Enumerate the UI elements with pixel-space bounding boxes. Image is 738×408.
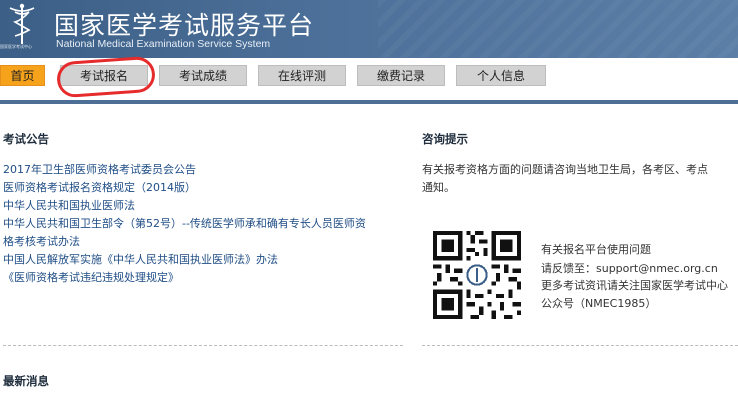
tab-payment-records[interactable]: 缴费记录	[357, 65, 445, 86]
announcements-title: 考试公告	[3, 132, 49, 146]
header-pattern	[378, 0, 738, 58]
site-subtitle: National Medical Examination Service Sys…	[56, 38, 271, 50]
consult-text: 有关报考资格方面的问题请咨询当地卫生局，各考区、考点	[422, 163, 708, 176]
announcement-link[interactable]: 《医师资格考试违纪违规处理规定》	[3, 269, 179, 285]
section-divider	[3, 345, 403, 346]
tab-online-assessment[interactable]: 在线评测	[258, 65, 346, 86]
announcement-link-continued[interactable]: 格考核考试办法	[3, 233, 80, 249]
announcement-link[interactable]: 中华人民共和国执业医师法	[3, 197, 135, 213]
announcement-link[interactable]: 2017年卫生部医师资格考试委员会公告	[3, 161, 196, 177]
tab-exam-registration[interactable]: 考试报名	[60, 65, 148, 86]
contact-line-wechat: 公众号（NMEC1985）	[541, 297, 657, 310]
consult-title: 咨询提示	[422, 132, 468, 146]
tab-home[interactable]: 首页	[0, 65, 45, 86]
contact-line: 更多考试资讯请关注国家医学考试中心	[541, 279, 728, 292]
section-divider	[422, 345, 738, 346]
tab-exam-scores[interactable]: 考试成绩	[159, 65, 247, 86]
contact-line-email: 请反馈至：support@nmec.org.cn	[541, 262, 718, 275]
news-title: 最新消息	[3, 374, 49, 388]
consult-text-continued: 通知。	[422, 181, 455, 194]
caduceus-logo-icon	[9, 3, 35, 44]
logo-caption: 国家医学考试中心	[0, 44, 32, 49]
contact-line: 有关报名平台使用问题	[541, 243, 651, 256]
qr-code-icon	[433, 231, 521, 319]
site-title: 国家医学考试服务平台	[54, 11, 315, 40]
announcement-link[interactable]: 医师资格考试报名资格规定（2014版）	[3, 179, 196, 195]
announcement-link[interactable]: 中华人民共和国卫生部令（第52号）--传统医学师承和确有专长人员医师资	[3, 215, 366, 231]
site-header: 国家医学考试中心 国家医学考试服务平台 National Medical Exa…	[0, 0, 738, 58]
tab-personal-info[interactable]: 个人信息	[456, 65, 546, 86]
nav-underline-bar	[0, 100, 738, 104]
announcement-link[interactable]: 中国人民解放军实施《中华人民共和国执业医师法》办法	[3, 251, 278, 267]
